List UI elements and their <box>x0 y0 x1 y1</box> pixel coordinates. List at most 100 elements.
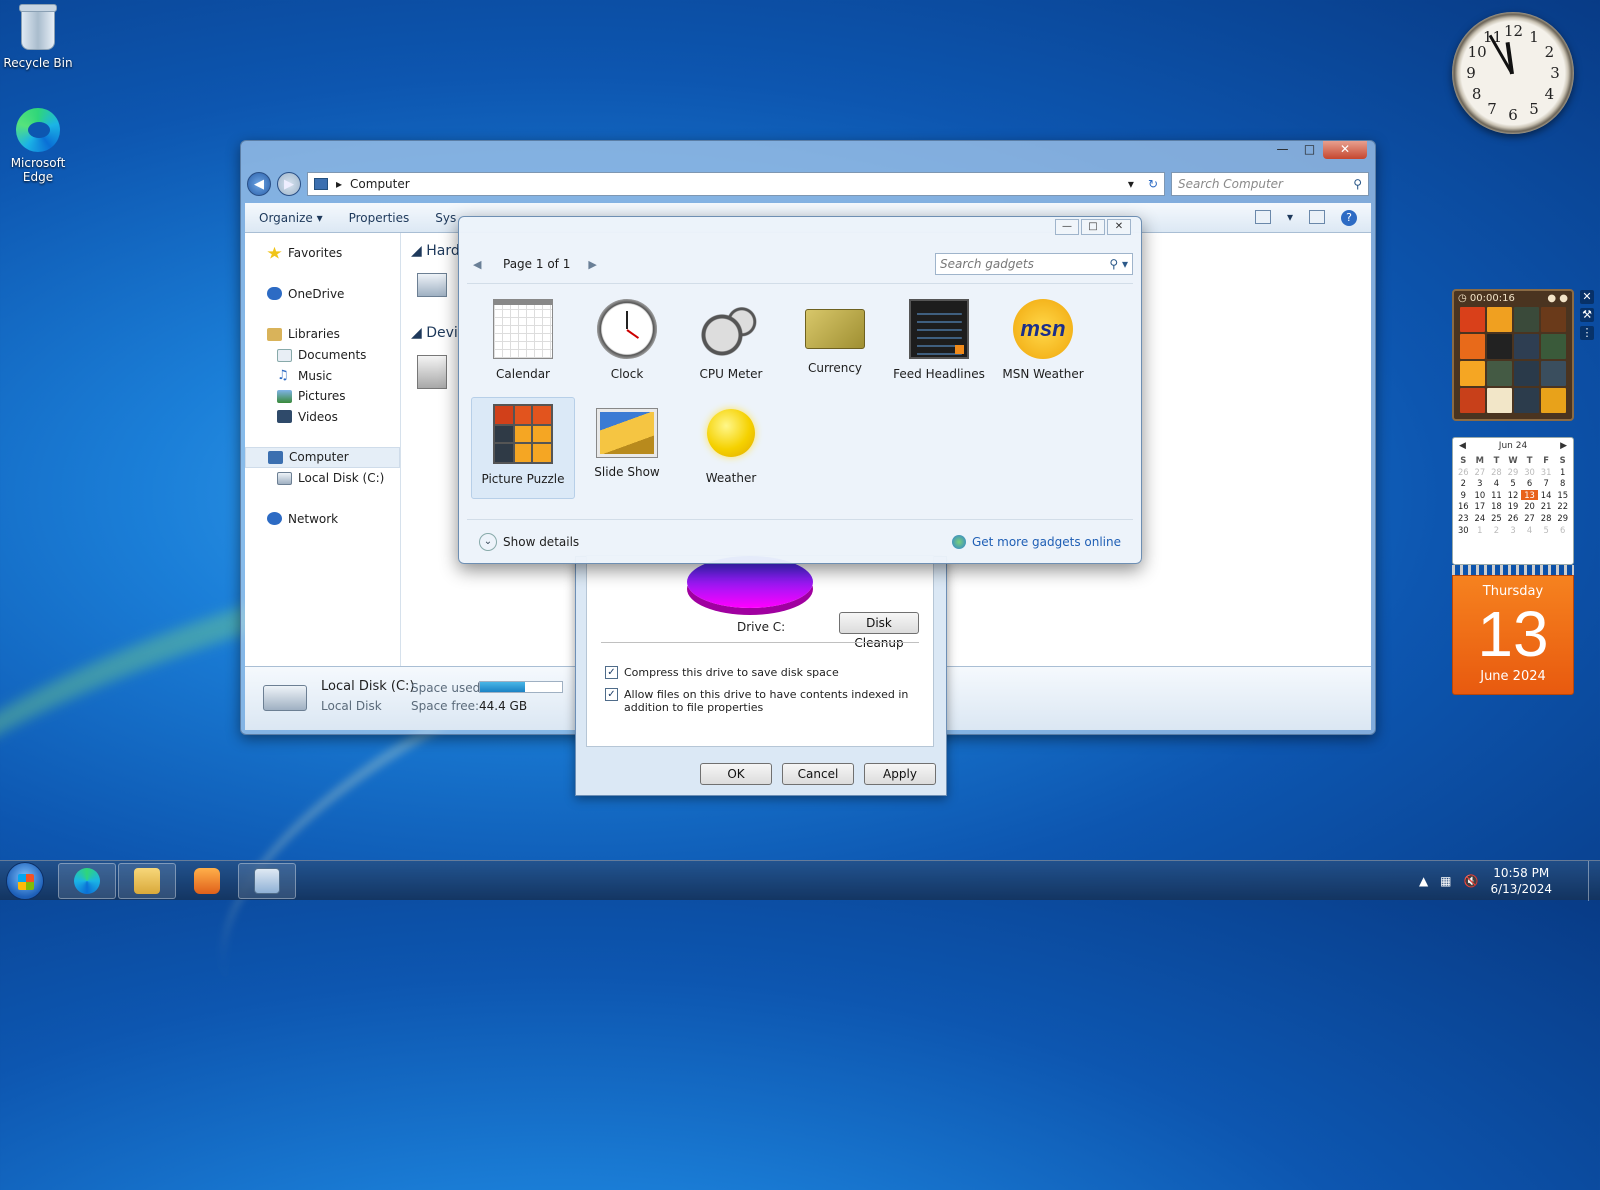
close-button[interactable]: ✕ <box>1107 219 1131 235</box>
calendar-day[interactable]: 12 <box>1505 490 1522 500</box>
desktop-icon-microsoft-edge[interactable]: Microsoft Edge <box>0 108 76 184</box>
gadget-msn-weather[interactable]: msn MSN Weather <box>991 293 1095 395</box>
refresh-icon[interactable]: ↻ <box>1148 177 1164 191</box>
calendar-day[interactable]: 15 <box>1554 490 1571 500</box>
calendar-day[interactable]: 8 <box>1554 478 1571 488</box>
calendar-day[interactable]: 22 <box>1554 501 1571 511</box>
calendar-day[interactable]: 14 <box>1538 490 1555 500</box>
puzzle-controls-icon[interactable]: ● ● <box>1547 293 1568 304</box>
calendar-day[interactable]: 28 <box>1488 467 1505 477</box>
next-page-icon[interactable]: ▶ <box>588 258 602 271</box>
calendar-day[interactable]: 4 <box>1521 525 1538 535</box>
calendar-day[interactable]: 31 <box>1538 467 1555 477</box>
puzzle-tile[interactable] <box>1460 388 1485 413</box>
title-bar[interactable]: — □ ✕ <box>241 141 1375 169</box>
calendar-day[interactable]: 2 <box>1455 478 1472 488</box>
calendar-day[interactable]: 13 <box>1521 489 1538 500</box>
puzzle-tile[interactable] <box>1460 361 1485 386</box>
puzzle-tile[interactable] <box>1541 334 1566 359</box>
change-view-icon[interactable] <box>1254 209 1271 224</box>
calendar-day[interactable]: 29 <box>1554 513 1571 523</box>
puzzle-tile[interactable] <box>1514 307 1539 332</box>
view-options-chevron-icon[interactable]: ▾ <box>1287 210 1293 226</box>
organize-menu[interactable]: Organize ▾ <box>259 211 323 225</box>
puzzle-tile[interactable] <box>1541 307 1566 332</box>
puzzle-tile[interactable] <box>1514 388 1539 413</box>
calendar-day[interactable]: 17 <box>1472 501 1489 511</box>
calendar-day[interactable]: 29 <box>1505 467 1522 477</box>
ok-button[interactable]: OK <box>700 763 772 785</box>
disk-cleanup-button[interactable]: Disk Cleanup <box>839 612 919 650</box>
calendar-day[interactable]: 11 <box>1488 490 1505 500</box>
desktop-clock-gadget[interactable]: 12 1 2 3 4 5 6 7 8 9 10 11 <box>1452 12 1574 134</box>
show-hidden-icons-icon[interactable]: ▲ <box>1419 874 1428 888</box>
section-hard-disks[interactable]: ◢ Hard <box>411 243 460 259</box>
network-icon[interactable]: ▦ <box>1440 874 1451 888</box>
calendar-day[interactable]: 20 <box>1521 501 1538 511</box>
drive-icon[interactable] <box>417 273 447 297</box>
show-details-button[interactable]: ⌄ Show details <box>479 532 579 551</box>
previous-month-icon[interactable]: ◀ <box>1459 441 1466 451</box>
properties-button[interactable]: Properties <box>349 211 410 225</box>
help-icon[interactable]: ? <box>1341 209 1357 226</box>
desktop-calendar-gadget[interactable]: ◀ Jun 24 ▶ S M T W T F S 26 27 28 29 30 31 1 2 3 4 5 6 7 8 9 1… <box>1452 437 1574 695</box>
calendar-day[interactable]: 26 <box>1505 513 1522 523</box>
gadget-feed-headlines[interactable]: Feed Headlines <box>887 293 991 395</box>
calendar-day[interactable]: 26 <box>1455 467 1472 477</box>
section-devices[interactable]: ◢ Devi <box>411 325 458 341</box>
puzzle-tile[interactable] <box>1487 307 1512 332</box>
sidebar-item-documents[interactable]: Documents <box>245 345 400 366</box>
calendar-day[interactable]: 16 <box>1455 501 1472 511</box>
calendar-day[interactable]: 3 <box>1505 525 1522 535</box>
calendar-day[interactable]: 30 <box>1521 467 1538 477</box>
sidebar-item-favorites[interactable]: Favorites <box>245 243 400 264</box>
puzzle-grid[interactable] <box>1460 307 1566 413</box>
calendar-day[interactable]: 5 <box>1505 478 1522 488</box>
cancel-button[interactable]: Cancel <box>782 763 854 785</box>
close-button[interactable]: ✕ <box>1323 141 1367 159</box>
calendar-day[interactable]: 1 <box>1554 467 1571 477</box>
next-month-icon[interactable]: ▶ <box>1560 441 1567 451</box>
address-dropdown-icon[interactable]: ▾ <box>1128 177 1140 191</box>
calendar-day[interactable]: 28 <box>1538 513 1555 523</box>
calendar-day[interactable]: 7 <box>1538 478 1555 488</box>
search-gadgets-input[interactable]: Search gadgets ⚲ ▾ <box>935 253 1133 275</box>
sidebar-item-videos[interactable]: Videos <box>245 407 400 428</box>
previous-page-icon[interactable]: ◀ <box>473 258 487 271</box>
start-button[interactable] <box>6 862 44 900</box>
maximize-button[interactable]: □ <box>1296 141 1323 159</box>
gadget-clock[interactable]: Clock <box>575 293 679 395</box>
calendar-day[interactable]: 6 <box>1554 525 1571 535</box>
puzzle-tile[interactable] <box>1541 388 1566 413</box>
sidebar-item-local-disk[interactable]: Local Disk (C:) <box>245 468 400 489</box>
gadget-calendar[interactable]: Calendar <box>471 293 575 395</box>
calendar-day[interactable]: 2 <box>1488 525 1505 535</box>
taskbar-edge-button[interactable] <box>58 863 116 899</box>
volume-muted-icon[interactable]: 🔇 <box>1464 874 1479 888</box>
calendar-day[interactable]: 30 <box>1455 525 1472 535</box>
get-more-gadgets-link[interactable]: Get more gadgets online <box>951 534 1121 549</box>
calendar-day[interactable]: 27 <box>1472 467 1489 477</box>
calendar-day[interactable]: 18 <box>1488 501 1505 511</box>
gadget-weather[interactable]: Weather <box>679 397 783 499</box>
calendar-day[interactable]: 3 <box>1472 478 1489 488</box>
puzzle-tile[interactable] <box>1514 361 1539 386</box>
puzzle-tile[interactable] <box>1460 334 1485 359</box>
system-properties-button[interactable]: Sys <box>435 211 456 225</box>
calendar-day[interactable]: 23 <box>1455 513 1472 523</box>
gadget-picture-puzzle[interactable]: Picture Puzzle <box>471 397 575 499</box>
preview-pane-icon[interactable] <box>1309 209 1325 224</box>
calendar-day[interactable]: 5 <box>1538 525 1555 535</box>
calendar-day[interactable]: 1 <box>1472 525 1489 535</box>
drag-handle-icon[interactable]: ⋮ <box>1580 326 1594 340</box>
puzzle-tile[interactable] <box>1514 334 1539 359</box>
address-bar[interactable]: ▸ Computer ▾ ↻ <box>307 172 1165 196</box>
calendar-day[interactable]: 19 <box>1505 501 1522 511</box>
wrench-icon[interactable]: ⚒ <box>1580 308 1594 322</box>
puzzle-tile[interactable] <box>1460 307 1485 332</box>
calendar-day[interactable]: 4 <box>1488 478 1505 488</box>
forward-button[interactable]: ▶ <box>277 172 301 196</box>
minimize-button[interactable]: — <box>1055 219 1079 235</box>
puzzle-tile[interactable] <box>1487 361 1512 386</box>
taskbar-media-player-button[interactable] <box>178 863 236 899</box>
